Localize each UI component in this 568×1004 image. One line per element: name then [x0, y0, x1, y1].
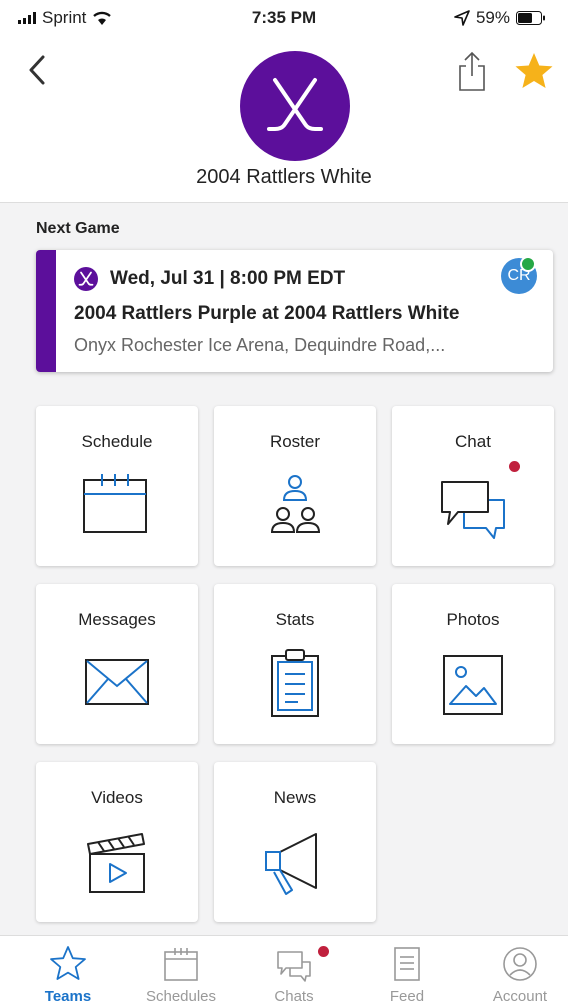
- game-date-row: Wed, Jul 31 | 8:00 PM EDT: [74, 267, 345, 291]
- user-circle-icon: [503, 947, 537, 981]
- game-matchup: 2004 Rattlers Purple at 2004 Rattlers Wh…: [74, 303, 460, 324]
- schedule-tile[interactable]: Schedule: [36, 406, 198, 566]
- back-button[interactable]: [22, 52, 52, 88]
- image-icon: [443, 655, 503, 715]
- chat-bubbles-icon: [441, 481, 505, 539]
- document-icon: [394, 947, 420, 981]
- tile-label: Stats: [275, 610, 315, 629]
- status-bar: Sprint 7:35 PM 59%: [0, 0, 568, 40]
- roster-tile[interactable]: Roster: [214, 406, 376, 566]
- tab-label: Chats: [274, 988, 314, 1004]
- tab-account[interactable]: Account: [470, 936, 568, 1004]
- hockey-sticks-icon: [78, 271, 94, 286]
- check-badge-icon: [520, 256, 536, 272]
- location-icon: [454, 10, 470, 26]
- news-tile[interactable]: News: [214, 762, 376, 922]
- hockey-sticks-icon: [267, 78, 323, 131]
- battery-icon: [516, 11, 545, 25]
- calendar-icon: [83, 474, 147, 533]
- stats-tile[interactable]: Stats: [214, 584, 376, 744]
- tile-label: Photos: [446, 610, 500, 629]
- tile-label: News: [273, 788, 317, 807]
- photos-tile[interactable]: Photos: [392, 584, 554, 744]
- tab-feed[interactable]: Feed: [357, 936, 457, 1004]
- next-game-card[interactable]: Wed, Jul 31 | 8:00 PM EDT 2004 Rattlers …: [36, 250, 553, 372]
- game-date: Wed, Jul 31 | 8:00 PM EDT: [110, 268, 346, 289]
- star-outline-icon: [50, 946, 86, 980]
- chevron-left-icon: [29, 55, 45, 85]
- tab-label: Account: [492, 988, 548, 1004]
- tab-schedules[interactable]: Schedules: [131, 936, 231, 1004]
- clapperboard-icon: [87, 833, 145, 893]
- tab-label: Teams: [44, 988, 92, 1004]
- people-icon: [270, 475, 321, 533]
- next-game-title: Next Game: [36, 220, 120, 237]
- unread-dot: [318, 946, 329, 957]
- team-logo: [240, 51, 350, 161]
- game-card-accent: [36, 250, 56, 372]
- share-button[interactable]: [452, 50, 492, 92]
- tile-label: Roster: [269, 432, 321, 451]
- megaphone-icon: [265, 833, 317, 895]
- game-venue: Onyx Rochester Ice Arena, Dequindre Road…: [74, 335, 446, 355]
- tab-bar: Teams Schedules Chats Feed Account: [0, 935, 568, 1004]
- team-mini-logo: [74, 267, 98, 291]
- calendar-icon: [164, 948, 198, 981]
- team-name: 2004 Rattlers White: [196, 166, 372, 188]
- tile-label: Messages: [78, 610, 156, 629]
- battery-status: 59%: [454, 8, 546, 28]
- tab-teams[interactable]: Teams: [18, 936, 118, 1004]
- share-icon: [459, 51, 485, 91]
- chat-tile[interactable]: Chat: [392, 406, 554, 566]
- tile-label: Schedule: [81, 432, 153, 451]
- tab-label: Schedules: [145, 988, 217, 1004]
- envelope-icon: [85, 659, 149, 705]
- tile-label: Videos: [91, 788, 143, 807]
- tab-chats[interactable]: Chats: [244, 936, 344, 1004]
- clipboard-icon: [271, 649, 319, 717]
- tile-label: Chat: [455, 432, 491, 451]
- chat-bubbles-icon: [277, 951, 311, 982]
- star-icon: [515, 53, 553, 88]
- team-header: 2004 Rattlers White: [0, 40, 568, 203]
- favorite-button[interactable]: [512, 50, 556, 92]
- tab-label: Feed: [389, 988, 425, 1004]
- unread-dot: [509, 461, 520, 472]
- videos-tile[interactable]: Videos: [36, 762, 198, 922]
- battery-percent: 59%: [475, 8, 510, 27]
- messages-tile[interactable]: Messages: [36, 584, 198, 744]
